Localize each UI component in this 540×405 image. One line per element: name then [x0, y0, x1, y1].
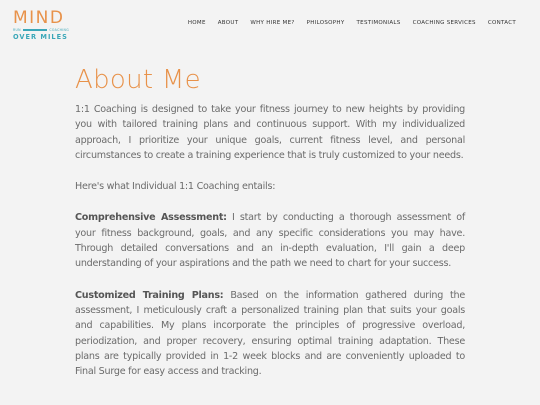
nav-contact[interactable]: CONTACT [488, 20, 516, 26]
nav-home[interactable]: HOME [188, 20, 206, 26]
lead-paragraph: Here's what Individual 1:1 Coaching enta… [75, 181, 276, 193]
logo-over-miles-text: OVER MILES [13, 33, 68, 41]
section-heading: Comprehensive Assessment: [75, 212, 227, 224]
nav-about[interactable]: ABOUT [218, 20, 239, 26]
site-header: MIND RUN COACHING OVER MILES HOME ABOUT … [0, 0, 540, 52]
section-heading: Customized Training Plans: [75, 289, 224, 301]
logo-divider [22, 29, 48, 31]
main-nav: HOME ABOUT WHY HIRE ME? PHILOSOPHY TESTI… [188, 20, 516, 26]
nav-coaching-services[interactable]: COACHING SERVICES [413, 20, 476, 26]
section-body: Based on the information gathered during… [75, 289, 466, 378]
nav-philosophy[interactable]: PHILOSOPHY [307, 20, 345, 26]
nav-why-hire-me[interactable]: WHY HIRE ME? [250, 20, 294, 26]
intro-paragraph: 1:1 Coaching is designed to take your fi… [75, 104, 465, 161]
logo-mind-text: MIND [13, 8, 65, 28]
main-content: About Me 1:1 Coaching is designed to tak… [75, 62, 465, 379]
site-logo[interactable]: MIND RUN COACHING OVER MILES [13, 8, 69, 42]
section-comprehensive-assessment: Comprehensive Assessment: I start by con… [75, 210, 465, 271]
section-customized-training-plans: Customized Training Plans: Based on the … [75, 288, 465, 380]
page-title: About Me [75, 65, 201, 95]
nav-testimonials[interactable]: TESTIMONIALS [357, 20, 401, 26]
